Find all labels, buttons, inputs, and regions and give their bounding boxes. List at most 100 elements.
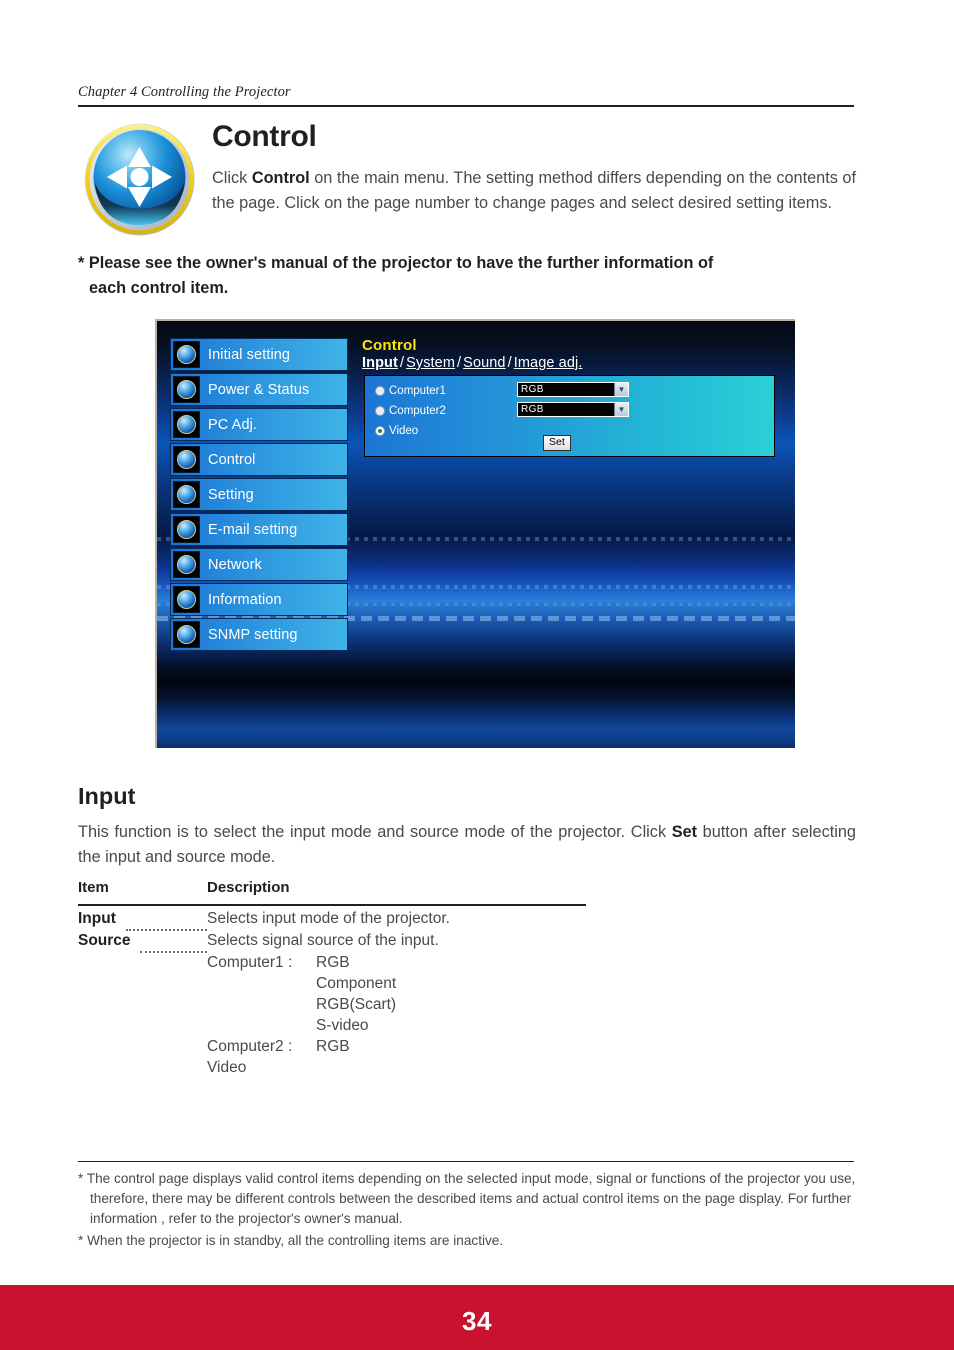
dpad-sphere-icon (173, 446, 200, 473)
embedded-browser-screenshot: Initial setting Power & Status PC Adj. C… (155, 319, 795, 748)
input-row-video[interactable]: Video (375, 423, 418, 439)
source-select-computer1-value: RGB (521, 384, 544, 395)
input-desc-a: This function is to select the input mod… (78, 823, 672, 841)
sidebar-item-label: Control (208, 451, 256, 468)
radio-label-computer1: Computer1 (389, 385, 446, 397)
footnote-item: * The control page displays valid contro… (78, 1171, 856, 1226)
source-detail-value: S-video (316, 1017, 369, 1034)
section-note: * Please see the owner's manual of the p… (78, 251, 858, 301)
source-select-computer2-value: RGB (521, 404, 544, 415)
footnote-item: * When the projector is in standby, all … (78, 1233, 504, 1248)
tab-system[interactable]: System (406, 355, 455, 371)
source-detail-row: Computer2 : RGB (78, 1038, 586, 1059)
source-detail-key: Computer2 : (207, 1038, 293, 1055)
pane-tab-bar: Input / System / Sound / Image adj. (362, 355, 582, 371)
envelope-sphere-icon (173, 516, 200, 543)
source-detail-key: Computer1 : (207, 954, 293, 971)
table-row: Source Selects signal source of the inpu… (78, 932, 586, 954)
page-number: 34 (462, 1306, 492, 1336)
section-intro: Click Control on the main menu. The sett… (212, 166, 856, 215)
table-header-row: Item Description (78, 879, 586, 902)
sidebar-item-label: Power & Status (208, 381, 310, 398)
monitor-sphere-icon (173, 411, 200, 438)
source-detail-row: RGB(Scart) (78, 996, 586, 1017)
power-sphere-icon (173, 376, 200, 403)
gear-sphere-icon (173, 341, 200, 368)
table-cell-item: Input (78, 910, 116, 927)
footnotes: * The control page displays valid contro… (78, 1169, 858, 1251)
section-note-line2: each control item. (89, 279, 229, 297)
sidebar-item-label: Information (208, 591, 282, 608)
table-header-description: Description (207, 879, 290, 896)
radio-computer1[interactable] (375, 386, 385, 396)
sidebar-item-setting[interactable]: Setting (170, 478, 348, 511)
snmp-sphere-icon (173, 621, 200, 648)
tab-sound[interactable]: Sound (463, 355, 505, 371)
page-title: Control (212, 120, 317, 153)
table-row: Input Selects input mode of the projecto… (78, 910, 586, 932)
sidebar-item-label: E-mail setting (208, 521, 298, 538)
footnote-divider (78, 1161, 854, 1162)
sidebar-item-email-setting[interactable]: E-mail setting (170, 513, 348, 546)
input-row-computer2[interactable]: Computer2 (375, 403, 446, 419)
radio-computer2[interactable] (375, 406, 385, 416)
set-button[interactable]: Set (543, 435, 571, 451)
source-select-computer2[interactable]: RGB ▼ (517, 402, 629, 417)
source-detail-row: Component (78, 975, 586, 996)
control-navigation-sphere-icon (81, 121, 198, 238)
sidebar-item-pc-adj[interactable]: PC Adj. (170, 408, 348, 441)
radio-video[interactable] (375, 426, 385, 436)
table-header-item: Item (78, 879, 109, 896)
intro-lead: Click (212, 169, 252, 187)
source-detail-value: RGB(Scart) (316, 996, 397, 1013)
screenshot-sidebar-menu: Initial setting Power & Status PC Adj. C… (170, 338, 348, 653)
source-detail-value: Component (316, 975, 397, 992)
input-desc-bold-set: Set (671, 823, 698, 841)
tab-separator: / (457, 355, 462, 371)
dot-leader (126, 910, 207, 931)
sidebar-item-label: SNMP setting (208, 626, 298, 643)
source-select-computer1[interactable]: RGB ▼ (517, 382, 629, 397)
pane-title: Control (362, 337, 417, 354)
radio-label-video: Video (389, 425, 419, 437)
input-section-description: This function is to select the input mod… (78, 820, 856, 869)
sidebar-item-network[interactable]: Network (170, 548, 348, 581)
sidebar-item-label: PC Adj. (208, 416, 258, 433)
table-cell-description: Selects input mode of the projector. (207, 910, 450, 927)
source-detail-row: Video (78, 1059, 586, 1080)
source-detail-key: Video (207, 1059, 247, 1076)
input-row-computer1[interactable]: Computer1 (375, 383, 446, 399)
tab-separator: / (507, 355, 512, 371)
table-cell-item: Source (78, 932, 131, 949)
wrench-sphere-icon (173, 481, 200, 508)
source-detail-row: S-video (78, 1017, 586, 1038)
header-divider (78, 105, 854, 107)
source-detail-value: RGB (316, 1038, 350, 1055)
tab-image-adj[interactable]: Image adj. (514, 355, 583, 371)
radio-label-computer2: Computer2 (389, 405, 446, 417)
chevron-down-icon[interactable]: ▼ (614, 383, 628, 396)
sidebar-item-information[interactable]: Information (170, 583, 348, 616)
chevron-down-icon[interactable]: ▼ (614, 403, 628, 416)
dot-leader (140, 932, 207, 953)
info-sphere-icon (173, 586, 200, 613)
table-header-divider (78, 904, 586, 906)
sidebar-item-snmp-setting[interactable]: SNMP setting (170, 618, 348, 651)
source-detail-row: Computer1 : RGB (78, 954, 586, 975)
sidebar-item-label: Initial setting (208, 346, 291, 363)
section-note-line1: * Please see the owner's manual of the p… (78, 254, 714, 272)
running-head: Chapter 4 Controlling the Projector (78, 84, 291, 100)
source-detail-value: RGB (316, 954, 350, 971)
sidebar-item-initial-setting[interactable]: Initial setting (170, 338, 348, 371)
sidebar-item-power-status[interactable]: Power & Status (170, 373, 348, 406)
sidebar-item-label: Network (208, 556, 262, 573)
sidebar-item-label: Setting (208, 486, 254, 503)
input-selection-panel: Computer1 Computer2 Video RGB ▼ RGB ▼ Se… (364, 375, 775, 457)
input-section-title: Input (78, 783, 136, 809)
item-description-table: Item Description Input Selects input mod… (78, 879, 586, 1080)
network-sphere-icon (173, 551, 200, 578)
tab-input[interactable]: Input (362, 355, 398, 371)
tab-separator: / (399, 355, 405, 371)
sidebar-item-control[interactable]: Control (170, 443, 348, 476)
intro-bold-control: Control (251, 169, 310, 187)
